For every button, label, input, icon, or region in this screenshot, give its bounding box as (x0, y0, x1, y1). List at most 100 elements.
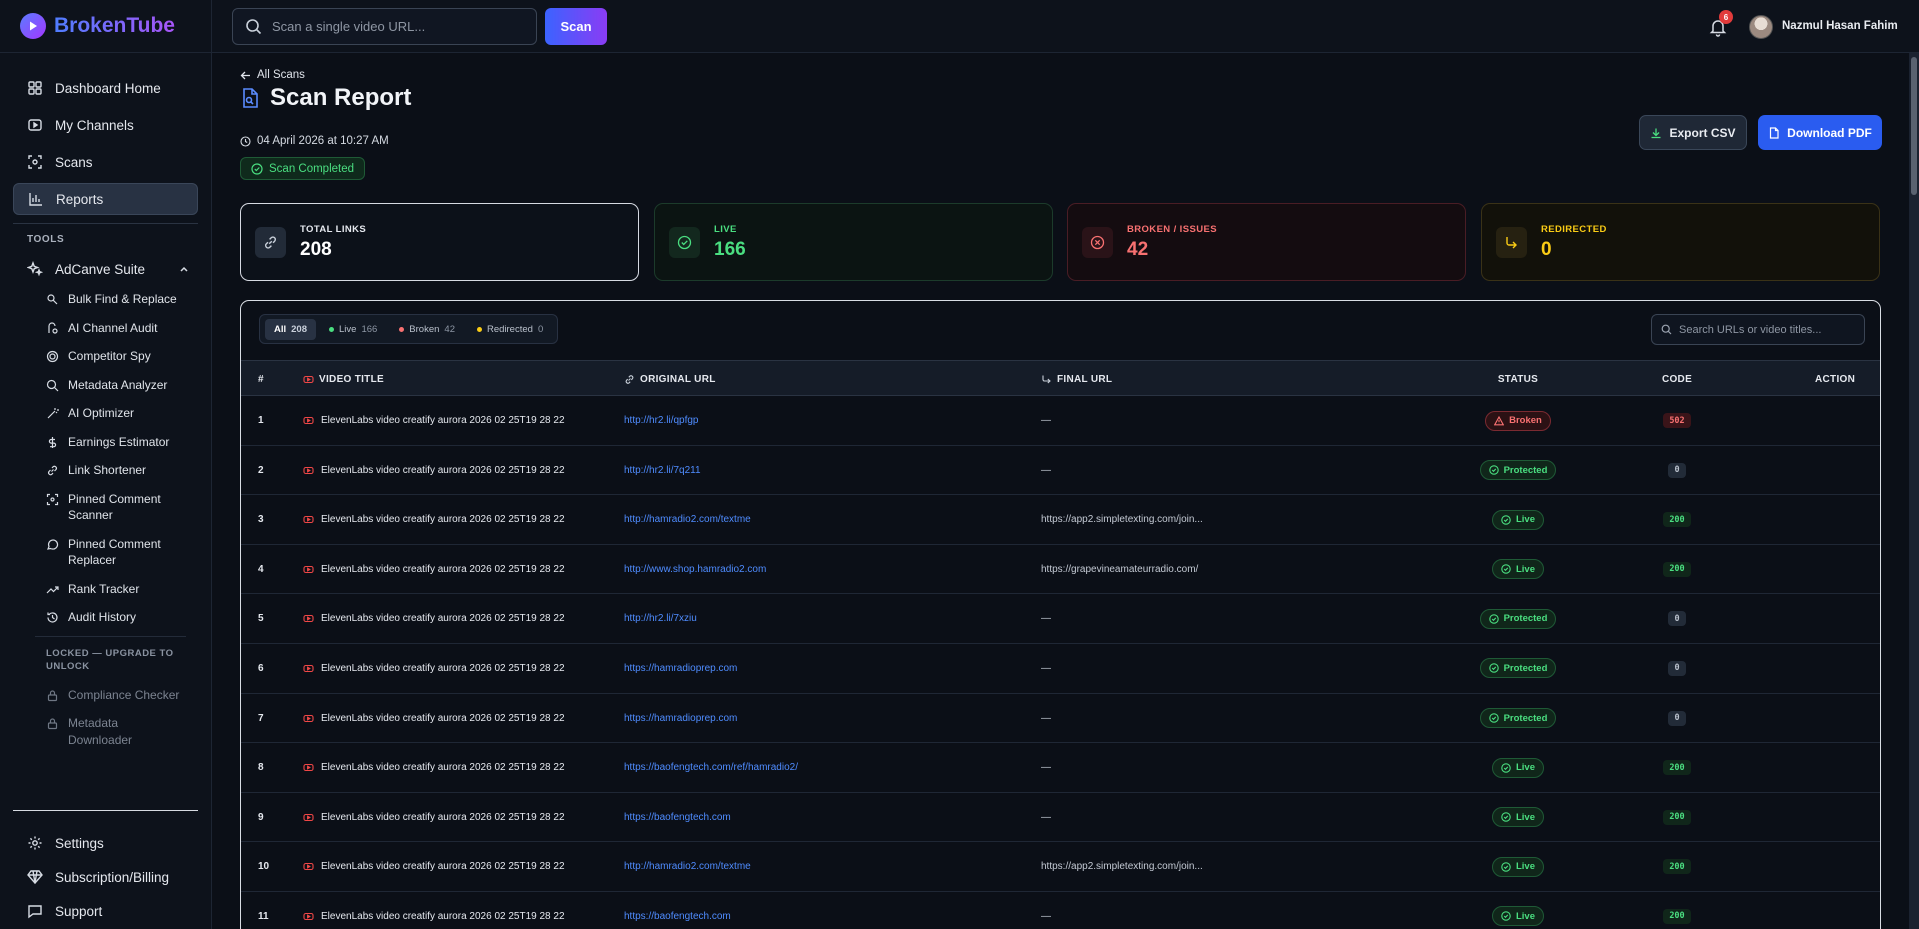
col-header-status[interactable]: STATUS (1421, 361, 1615, 397)
table-row[interactable]: 4 ElevenLabs video creatify aurora 2026 0… (241, 545, 1880, 595)
col-header-original-url[interactable]: ORIGINAL URL (624, 361, 716, 397)
export-csv-button[interactable]: Export CSV (1639, 115, 1747, 150)
tool-pinned-comment-replacer[interactable]: Pinned Comment Replacer (13, 530, 198, 575)
status-cell: Live (1421, 892, 1615, 929)
message-square-icon (28, 905, 42, 919)
tool-metadata-downloader[interactable]: Metadata Downloader (13, 709, 198, 754)
row-number: 8 (258, 762, 264, 774)
video-title: ElevenLabs video creatify aurora 2026 02… (321, 514, 565, 526)
http-code-badge: 200 (1663, 809, 1691, 825)
alert-triangle-icon (1494, 415, 1505, 425)
replace-icon (47, 294, 58, 305)
user-name[interactable]: Nazmul Hasan Fahim (1782, 20, 1898, 32)
row-number: 9 (258, 811, 264, 823)
original-url-link[interactable]: http://hamradio2.com/textme (624, 495, 751, 544)
code-cell: 0 (1615, 446, 1739, 495)
sidebar-item-support[interactable]: Support (13, 895, 198, 927)
table-row[interactable]: 3 ElevenLabs video creatify aurora 2026 0… (241, 495, 1880, 545)
stat-card-redirected[interactable]: REDIRECTED 0 (1481, 203, 1880, 281)
table-row[interactable]: 11 ElevenLabs video creatify aurora 2026 … (241, 892, 1880, 929)
original-url-link[interactable]: http://www.shop.hamradio2.com (624, 545, 766, 594)
filter-tab-live[interactable]: Live 166 (320, 319, 386, 340)
sidebar-item-subscription-billing[interactable]: Subscription/Billing (13, 861, 198, 893)
filter-tab-broken[interactable]: Broken 42 (390, 319, 464, 340)
sidebar-item-scans[interactable]: Scans (13, 146, 198, 178)
video-title: ElevenLabs video creatify aurora 2026 02… (321, 563, 565, 575)
video-title: ElevenLabs video creatify aurora 2026 02… (321, 910, 565, 922)
original-url-link[interactable]: https://baofengtech.com/ref/hamradio2/ (624, 743, 798, 792)
filter-label: Redirected (486, 323, 533, 335)
table-row[interactable]: 8 ElevenLabs video creatify aurora 2026 0… (241, 743, 1880, 793)
col-header-video-title[interactable]: VIDEO TITLE (303, 361, 384, 397)
gear-icon (28, 836, 42, 850)
lock-icon (47, 718, 58, 730)
table-row[interactable]: 10 ElevenLabs video creatify aurora 2026 … (241, 842, 1880, 892)
table-row[interactable]: 9 ElevenLabs video creatify aurora 2026 0… (241, 793, 1880, 843)
tool-audit-history[interactable]: Audit History (13, 603, 198, 632)
scrollbar[interactable] (1909, 53, 1919, 929)
status-cell: Protected (1421, 594, 1615, 643)
chevron-up-icon[interactable] (178, 263, 190, 275)
check-circle-icon (1488, 663, 1499, 674)
tool-ai-channel-audit[interactable]: AI Channel Audit (13, 314, 198, 343)
stat-card-total-links[interactable]: TOTAL LINKS 208 (240, 203, 639, 281)
filter-tab-redirected[interactable]: Redirected 0 (468, 319, 552, 340)
original-url-link[interactable]: http://hr2.li/7q211 (624, 446, 701, 495)
sidebar-item-settings[interactable]: Settings (13, 827, 198, 859)
scrollbar-thumb[interactable] (1911, 57, 1917, 195)
col-header-final-url[interactable]: FINAL URL (1041, 361, 1112, 397)
sidebar-item-my-channels[interactable]: My Channels (13, 109, 198, 141)
http-code-badge: 200 (1663, 908, 1691, 924)
scan-button[interactable]: Scan (545, 8, 607, 45)
tool-metadata-analyzer[interactable]: Metadata Analyzer (13, 371, 198, 400)
sidebar-item-dashboard-home[interactable]: Dashboard Home (13, 72, 198, 104)
url-search-input[interactable] (272, 19, 522, 34)
main-content: All Scans Scan Report 04 April 2026 at 1… (212, 53, 1909, 929)
check-circle-icon (1501, 514, 1511, 525)
stat-body: BROKEN / ISSUES 42 (1127, 224, 1217, 261)
tool-earnings-estimator[interactable]: Earnings Estimator (13, 428, 198, 457)
stat-label: REDIRECTED (1541, 223, 1607, 235)
filter-label: Broken (409, 323, 440, 335)
broken-dot-icon (399, 326, 405, 332)
table-row[interactable]: 7 ElevenLabs video creatify aurora 2026 0… (241, 694, 1880, 744)
video-title-cell: ElevenLabs video creatify aurora 2026 02… (303, 644, 565, 693)
original-url-link[interactable]: https://baofengtech.com (624, 892, 731, 929)
tool-link-shortener[interactable]: Link Shortener (13, 456, 198, 485)
stat-card-live[interactable]: LIVE 166 (654, 203, 1053, 281)
table-search-input[interactable] (1679, 323, 1859, 336)
filter-tabs: All 208 Live 166 Broken 42 Redirected 0 (259, 314, 559, 344)
download-pdf-button[interactable]: Download PDF (1758, 115, 1882, 150)
tool-bulk-find-replace[interactable]: Bulk Find & Replace (13, 285, 198, 314)
back-link[interactable]: All Scans (240, 69, 305, 81)
brand-logo-icon (20, 13, 46, 39)
table-row[interactable]: 6 ElevenLabs video creatify aurora 2026 0… (241, 644, 1880, 694)
original-url-link[interactable]: https://hamradioprep.com (624, 644, 737, 693)
table-row[interactable]: 2 ElevenLabs video creatify aurora 2026 0… (241, 446, 1880, 496)
tool-rank-tracker[interactable]: Rank Tracker (13, 575, 198, 604)
original-url-link[interactable]: https://hamradioprep.com (624, 694, 737, 743)
stat-card-broken[interactable]: BROKEN / ISSUES 42 (1067, 203, 1466, 281)
sidebar-item-reports[interactable]: Reports (13, 183, 198, 215)
tool-compliance-checker[interactable]: Compliance Checker (13, 681, 198, 710)
tool-ai-optimizer[interactable]: AI Optimizer (13, 399, 198, 428)
brand[interactable]: BrokenTube (0, 0, 211, 53)
tool-label: Pinned Comment Scanner (68, 491, 161, 523)
filter-tab-all[interactable]: All 208 (265, 318, 316, 340)
table-row[interactable]: 5 ElevenLabs video creatify aurora 2026 0… (241, 594, 1880, 644)
tool-pinned-comment-scanner[interactable]: Pinned Comment Scanner (13, 485, 198, 530)
sidebar-item-adcanve-suite[interactable]: AdCanve Suite (13, 253, 198, 285)
original-url-link[interactable]: http://hr2.li/qpfgp (624, 396, 699, 445)
original-url-link[interactable]: https://baofengtech.com (624, 793, 731, 842)
sidebar-item-label: Dashboard Home (55, 80, 161, 96)
avatar[interactable] (1749, 15, 1773, 39)
notification-badge: 6 (1719, 10, 1733, 24)
video-title: ElevenLabs video creatify aurora 2026 02… (321, 762, 565, 774)
table-row[interactable]: 1 ElevenLabs video creatify aurora 2026 0… (241, 396, 1880, 446)
original-url-link[interactable]: http://hr2.li/7xziu (624, 594, 697, 643)
original-url-link[interactable]: http://hamradio2.com/textme (624, 842, 751, 891)
tool-competitor-spy[interactable]: Competitor Spy (13, 342, 198, 371)
tool-label: Competitor Spy (68, 349, 151, 363)
final-url: — (1041, 613, 1051, 625)
col-header-code[interactable]: CODE (1615, 361, 1739, 397)
